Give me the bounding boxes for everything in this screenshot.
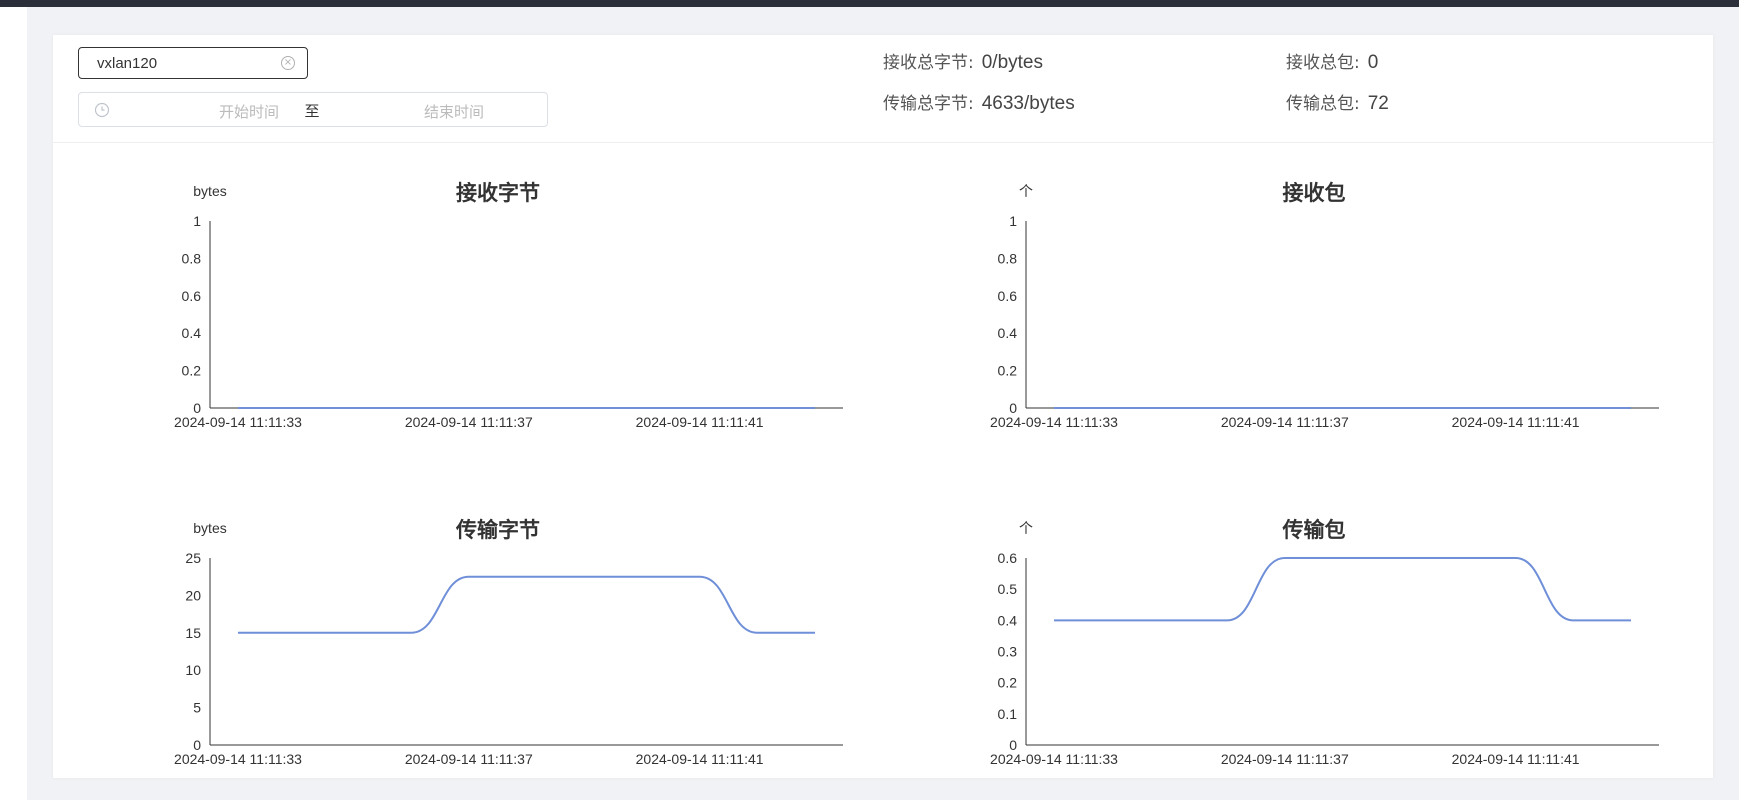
- x-tick-label: 2024-09-14 11:11:37: [405, 751, 533, 767]
- y-tick-label: 0.2: [998, 363, 1018, 379]
- y-tick-label: 20: [185, 587, 201, 603]
- stat-tx-bytes: 传输总字节: 4633/bytes: [883, 89, 1075, 115]
- range-separator: 至: [304, 102, 320, 120]
- stat-rx-packets-label: 接收总包:: [1286, 53, 1360, 73]
- y-axis-label: 个: [1019, 183, 1033, 199]
- clear-icon[interactable]: ×: [281, 56, 295, 70]
- y-axis-label: 个: [1019, 520, 1033, 536]
- y-tick-label: 0.6: [998, 550, 1018, 566]
- clock-icon: [94, 102, 110, 118]
- stat-rx-bytes: 接收总字节: 0/bytes: [883, 48, 1043, 74]
- y-tick-label: 0.8: [998, 250, 1018, 266]
- end-time-input[interactable]: 结束时间: [379, 101, 529, 122]
- chart-title: 接收字节: [456, 181, 540, 205]
- y-tick-label: 0.4: [998, 612, 1018, 628]
- y-tick-label: 0.2: [182, 363, 202, 379]
- x-tick-label: 2024-09-14 11:11:41: [1452, 751, 1580, 767]
- y-tick-label: 1: [193, 213, 201, 229]
- series-line: [1054, 557, 1631, 622]
- y-tick-label: 0.8: [182, 250, 202, 266]
- stat-tx-packets: 传输总包: 72: [1286, 89, 1389, 115]
- x-tick-label: 2024-09-14 11:11:41: [636, 414, 764, 430]
- stat-rx-bytes-label: 接收总字节:: [883, 53, 974, 73]
- chart-tx-packets: 传输包个00.10.20.30.40.50.62024-09-14 11:11:…: [990, 518, 1659, 767]
- y-tick-label: 0.4: [182, 325, 202, 341]
- y-tick-label: 0.3: [998, 644, 1018, 660]
- stat-rx-packets: 接收总包: 0: [1286, 48, 1378, 74]
- stat-tx-packets-label: 传输总包:: [1286, 94, 1360, 114]
- x-tick-label: 2024-09-14 11:11:41: [1452, 414, 1580, 430]
- chart-title: 传输字节: [455, 518, 540, 542]
- interface-input[interactable]: [97, 48, 277, 78]
- stat-rx-packets-value: 0: [1367, 52, 1379, 73]
- y-tick-label: 0.2: [998, 675, 1018, 691]
- x-tick-label: 2024-09-14 11:11:37: [1221, 414, 1349, 430]
- top-bar: [0, 0, 1739, 7]
- left-strip: [0, 7, 27, 800]
- x-tick-label: 2024-09-14 11:11:33: [174, 751, 302, 767]
- date-range-picker[interactable]: 开始时间 至 结束时间: [78, 92, 548, 127]
- y-tick-label: 1: [1009, 213, 1017, 229]
- stat-tx-bytes-label: 传输总字节:: [883, 94, 974, 114]
- stat-tx-packets-value: 72: [1367, 93, 1389, 114]
- x-tick-label: 2024-09-14 11:11:33: [174, 414, 302, 430]
- y-tick-label: 0.6: [998, 288, 1018, 304]
- interface-select[interactable]: ×: [78, 47, 308, 79]
- stat-rx-bytes-value: 0/bytes: [981, 52, 1043, 73]
- chart-rx-bytes: 接收字节bytes00.20.40.60.812024-09-14 11:11:…: [174, 181, 843, 430]
- y-axis-label: bytes: [193, 183, 226, 199]
- x-tick-label: 2024-09-14 11:11:33: [990, 751, 1118, 767]
- y-axis-label: bytes: [193, 520, 226, 536]
- y-tick-label: 15: [185, 625, 201, 641]
- series-line: [238, 575, 815, 634]
- y-tick-label: 0.5: [998, 581, 1018, 597]
- y-tick-label: 0.4: [998, 325, 1018, 341]
- y-tick-label: 0.1: [998, 706, 1018, 722]
- chart-tx-bytes: 传输字节bytes05101520252024-09-14 11:11:33 20…: [174, 518, 843, 767]
- x-tick-label: 2024-09-14 11:11:33: [990, 414, 1118, 430]
- y-tick-label: 0.6: [182, 288, 202, 304]
- y-tick-label: 25: [185, 550, 201, 566]
- stat-tx-bytes-value: 4633/bytes: [981, 93, 1075, 114]
- x-tick-label: 2024-09-14 11:11:41: [636, 751, 764, 767]
- chart-rx-packets: 接收包个00.20.40.60.812024-09-14 11:11:33 202…: [990, 181, 1659, 430]
- y-tick-label: 5: [193, 700, 201, 716]
- x-tick-label: 2024-09-14 11:11:37: [1221, 751, 1349, 767]
- chart-title: 传输包: [1282, 518, 1346, 542]
- traffic-panel: × 开始时间 至 结束时间 接收总字节: 0/bytes 接收总包: 0 传输总字节…: [53, 35, 1713, 778]
- x-tick-label: 2024-09-14 11:11:37: [405, 414, 533, 430]
- header-divider: [53, 142, 1713, 143]
- y-tick-label: 10: [185, 662, 201, 678]
- chart-title: 接收包: [1283, 181, 1346, 205]
